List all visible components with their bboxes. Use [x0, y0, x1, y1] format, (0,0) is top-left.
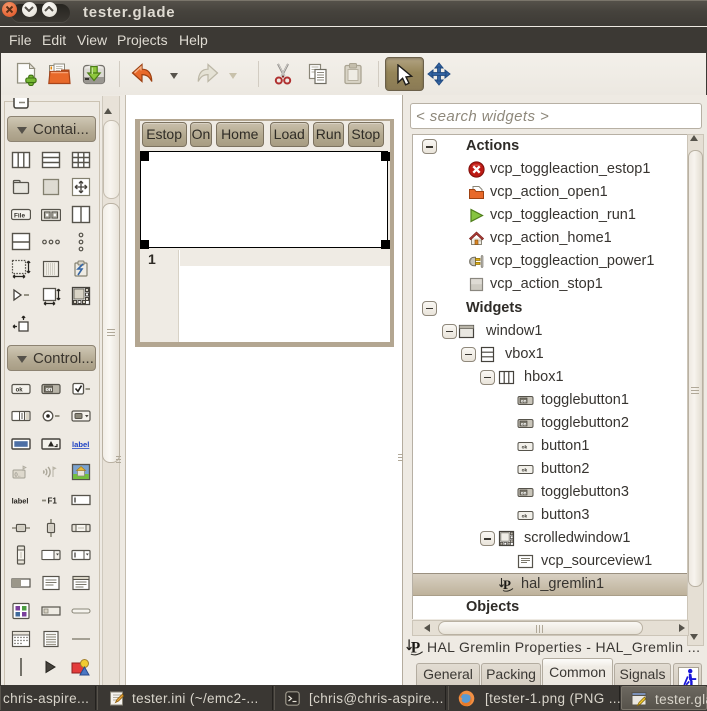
svg-text:ok: ok — [522, 444, 528, 450]
svg-text:on: on — [521, 490, 527, 495]
svg-text:ok: ok — [522, 468, 528, 474]
svg-text:label: label — [72, 440, 89, 449]
svg-text:ok: ok — [522, 514, 528, 520]
svg-text:File: File — [14, 212, 25, 219]
svg-text:on: on — [521, 398, 527, 403]
svg-text:on: on — [45, 387, 52, 393]
svg-text:0..: 0.. — [15, 472, 22, 478]
svg-text:ok: ok — [16, 387, 24, 393]
svg-text:label: label — [12, 496, 29, 505]
svg-text:P: P — [503, 577, 511, 592]
svg-text:on: on — [521, 421, 527, 426]
svg-text:F1: F1 — [47, 496, 57, 505]
